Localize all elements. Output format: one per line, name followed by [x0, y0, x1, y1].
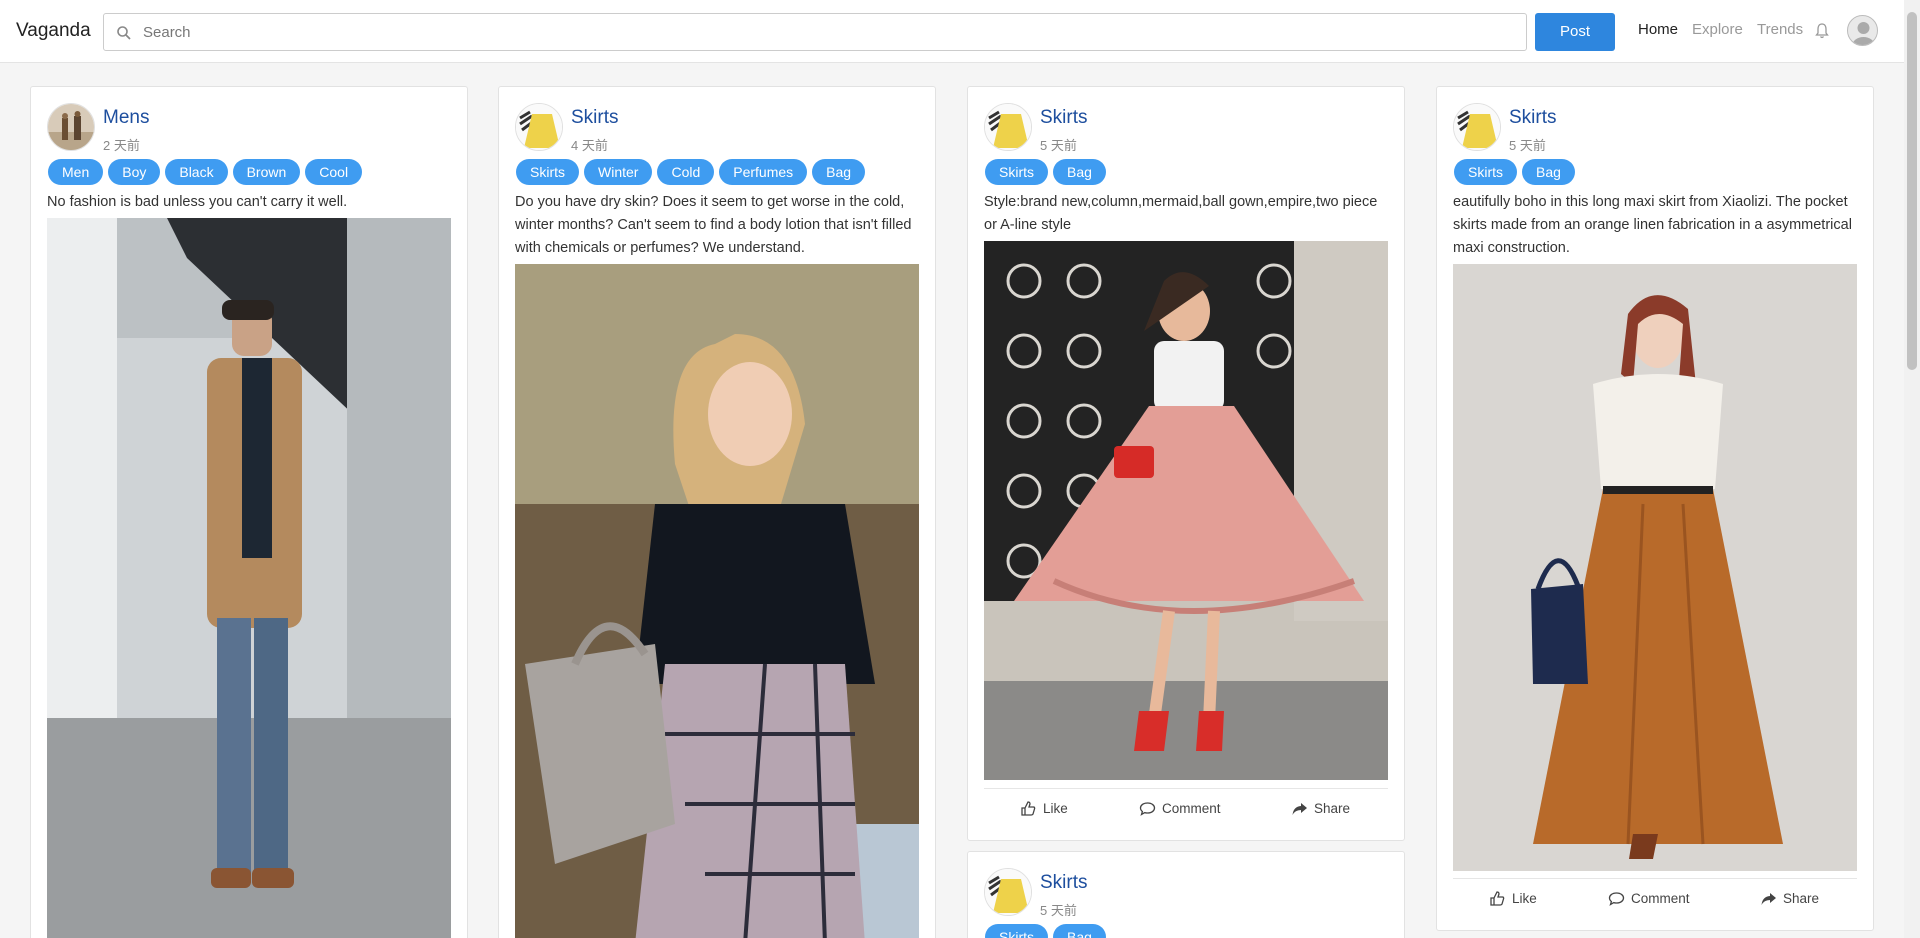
tag-chip[interactable]: Skirts [985, 924, 1048, 938]
tag-chip[interactable]: Boy [108, 159, 161, 185]
tag-chip[interactable]: Skirts [985, 159, 1048, 185]
card-title[interactable]: Skirts [1040, 107, 1088, 129]
feed-card: Mens 2 天前 Men Boy Black Brown Cool No fa… [30, 86, 468, 938]
post-text: No fashion is bad unless you can't carry… [47, 194, 348, 210]
tag-chip[interactable]: Bag [1053, 159, 1106, 185]
tag-chip[interactable]: Black [165, 159, 228, 185]
post-time: 5 天前 [1040, 903, 1077, 918]
post-text: eautifully boho in this long maxi skirt … [1453, 194, 1852, 256]
comment-label: Comment [1631, 891, 1690, 906]
like-button[interactable]: Like [1020, 800, 1068, 817]
bell-icon[interactable] [1814, 22, 1830, 40]
post-text: Do you have dry skin? Does it seem to ge… [515, 194, 912, 256]
comment-label: Comment [1162, 801, 1221, 816]
feed-card: Skirts 5 天前 Skirts Bag [967, 851, 1405, 938]
avatar[interactable] [984, 868, 1032, 916]
search-placeholder: Search [143, 24, 191, 41]
tag-chip[interactable]: Bag [1522, 159, 1575, 185]
brand-logo[interactable]: Vaganda [16, 20, 91, 42]
like-button[interactable]: Like [1489, 890, 1537, 907]
comment-icon [1139, 802, 1156, 816]
page-scrollbar[interactable] [1904, 0, 1920, 938]
feed-card: Skirts 4 天前 Skirts Winter Cold Perfumes … [498, 86, 936, 938]
nav-home-link[interactable]: Home [1638, 21, 1678, 38]
comment-button[interactable]: Comment [1139, 800, 1221, 817]
tag-chip[interactable]: Skirts [1454, 159, 1517, 185]
tag-list: Skirts Bag [1454, 159, 1575, 185]
tag-list: Skirts Bag [985, 924, 1106, 938]
share-icon [1761, 893, 1776, 905]
post-button[interactable]: Post [1535, 13, 1615, 51]
card-actions: Like Comment Share [984, 788, 1388, 826]
tag-list: Men Boy Black Brown Cool [48, 159, 363, 185]
like-icon [1490, 891, 1505, 906]
feed-card: Skirts 5 天前 Skirts Bag eautifully boho i… [1436, 86, 1874, 931]
user-avatar-icon[interactable] [1847, 15, 1878, 46]
card-actions: Like Comment Share [1453, 878, 1857, 916]
post-time: 2 天前 [103, 138, 140, 153]
card-title[interactable]: Skirts [1040, 872, 1088, 894]
scrollbar-thumb[interactable] [1907, 12, 1917, 370]
card-title[interactable]: Skirts [1509, 107, 1557, 129]
search-input[interactable]: Search [103, 13, 1527, 51]
tag-chip[interactable]: Skirts [516, 159, 579, 185]
like-icon [1021, 801, 1036, 816]
feed-card: Skirts 5 天前 Skirts Bag Style:brand new,c… [967, 86, 1405, 841]
tag-list: Skirts Winter Cold Perfumes Bag [516, 159, 866, 185]
post-time: 5 天前 [1509, 138, 1546, 153]
top-navbar: Vaganda Search Post Home Explore Trends [0, 0, 1904, 63]
avatar[interactable] [515, 103, 563, 151]
tag-chip[interactable]: Cool [305, 159, 363, 185]
tag-chip[interactable]: Winter [584, 159, 653, 185]
like-label: Like [1512, 891, 1537, 906]
share-button[interactable]: Share [1291, 800, 1350, 817]
post-time: 4 天前 [571, 138, 608, 153]
nav-explore-link[interactable]: Explore [1692, 21, 1743, 38]
tag-chip[interactable]: Cold [657, 159, 715, 185]
tag-chip[interactable]: Men [48, 159, 104, 185]
post-text: Style:brand new,column,mermaid,ball gown… [984, 194, 1378, 233]
post-photo[interactable] [1453, 264, 1857, 871]
tag-chip[interactable]: Bag [812, 159, 866, 185]
comment-icon [1608, 892, 1625, 906]
like-label: Like [1043, 801, 1068, 816]
post-time: 5 天前 [1040, 138, 1077, 153]
share-button[interactable]: Share [1760, 890, 1819, 907]
share-icon [1292, 803, 1307, 815]
share-label: Share [1314, 801, 1351, 816]
post-photo[interactable] [515, 264, 919, 938]
tag-chip[interactable]: Bag [1053, 924, 1106, 938]
share-label: Share [1783, 891, 1820, 906]
nav-trends-link[interactable]: Trends [1757, 21, 1803, 38]
card-title[interactable]: Skirts [571, 107, 619, 129]
search-icon [117, 26, 131, 40]
avatar[interactable] [47, 103, 95, 151]
tag-chip[interactable]: Perfumes [719, 159, 808, 185]
tag-list: Skirts Bag [985, 159, 1106, 185]
post-photo[interactable] [984, 241, 1388, 780]
avatar[interactable] [1453, 103, 1501, 151]
comment-button[interactable]: Comment [1608, 890, 1690, 907]
post-photo[interactable] [47, 218, 451, 938]
card-title[interactable]: Mens [103, 107, 149, 129]
avatar[interactable] [984, 103, 1032, 151]
tag-chip[interactable]: Brown [232, 159, 301, 185]
